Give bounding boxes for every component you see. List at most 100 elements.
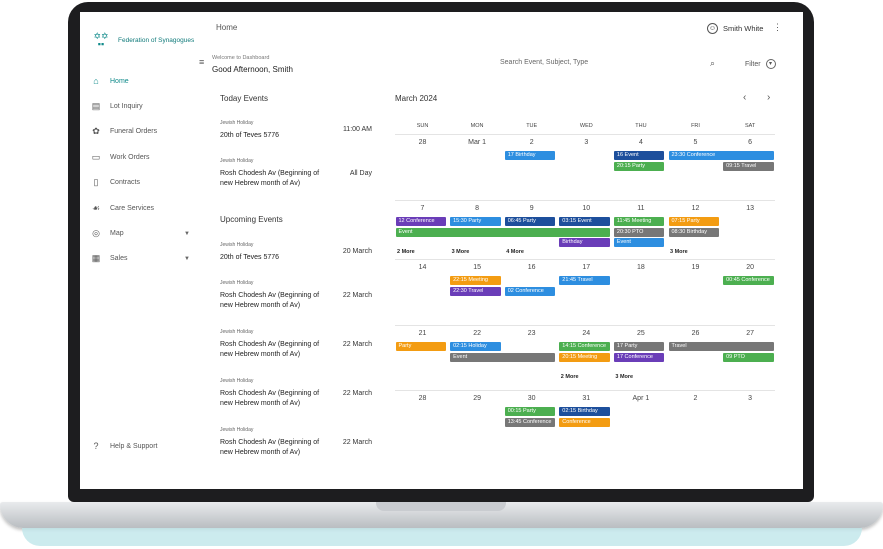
calendar-event[interactable]: 12 Conference xyxy=(395,217,447,226)
calendar-day-number[interactable]: Mar 1 xyxy=(450,139,505,146)
upcoming-event[interactable]: Jewish Holiday Rosh Chodesh Av (Beginnin… xyxy=(220,427,372,458)
calendar-day-number[interactable]: 16 xyxy=(504,264,559,271)
calendar-event[interactable]: 03:15 Event xyxy=(559,217,610,226)
sidebar-item-work-orders[interactable]: ▭ Work Orders xyxy=(90,152,190,163)
calendar-event[interactable]: 20:30 PTO xyxy=(613,227,665,237)
calendar-day-number[interactable]: 25 xyxy=(613,330,668,337)
calendar-day-number[interactable]: 15 xyxy=(450,264,505,271)
sidebar-item-contracts[interactable]: ▯ Contracts xyxy=(90,177,190,188)
more-events-link[interactable]: 3 More xyxy=(670,249,688,255)
menu-collapse-icon[interactable]: ≡ xyxy=(199,57,204,67)
calendar-day-number[interactable]: 7 xyxy=(395,205,450,212)
upcoming-event[interactable]: Jewish Holiday 20th of Teves 5776 20 Mar… xyxy=(220,242,372,263)
calendar-day-number[interactable]: 11 xyxy=(613,205,668,212)
calendar-event[interactable]: 09:15 Travel xyxy=(723,161,774,171)
upcoming-event[interactable]: Jewish Holiday Rosh Chodesh Av (Beginnin… xyxy=(220,280,372,311)
upcoming-event[interactable]: Jewish Holiday Rosh Chodesh Av (Beginnin… xyxy=(220,329,372,360)
calendar-event[interactable]: 00:45 Conference xyxy=(723,276,774,285)
calendar-day-number[interactable]: 28 xyxy=(395,395,450,402)
calendar-event[interactable]: Travel xyxy=(668,342,774,351)
calendar-day-number[interactable]: 14 xyxy=(395,264,450,271)
calendar-day-number[interactable]: 13 xyxy=(723,205,778,212)
calendar-day-number[interactable]: 2 xyxy=(668,395,723,402)
sidebar-item-map[interactable]: ◎ Map ▼ xyxy=(90,228,190,239)
calendar-day-number[interactable]: 23 xyxy=(504,330,559,337)
calendar-day-number[interactable]: 12 xyxy=(668,205,723,212)
calendar-day-number[interactable]: 2 xyxy=(504,139,559,146)
calendar-event[interactable]: 17 Party xyxy=(613,342,665,351)
calendar-event[interactable]: Party xyxy=(395,342,447,351)
calendar-event[interactable]: Birthday xyxy=(559,238,610,247)
more-events-link[interactable]: 4 More xyxy=(506,249,524,255)
calendar-event[interactable]: 02 Conference xyxy=(504,286,556,296)
calendar-day-number[interactable]: 9 xyxy=(504,205,559,212)
calendar-day-number[interactable]: 10 xyxy=(559,205,614,212)
calendar-day-number[interactable]: 29 xyxy=(450,395,505,402)
calendar-event[interactable]: Event xyxy=(613,238,665,247)
calendar-event[interactable]: 08:30 Birthday xyxy=(668,227,720,237)
calendar-day-number[interactable]: 20 xyxy=(723,264,778,271)
sidebar-item-lot-inquiry[interactable]: ▤ Lot Inquiry xyxy=(90,101,190,112)
calendar-day-number[interactable]: 30 xyxy=(504,395,559,402)
calendar-day-number[interactable]: 17 xyxy=(559,264,614,271)
calendar-day-number[interactable]: 21 xyxy=(395,330,450,337)
calendar-event[interactable]: Event xyxy=(450,352,556,362)
calendar-day-number[interactable]: 27 xyxy=(723,330,778,337)
calendar-event[interactable]: Conference xyxy=(559,417,610,427)
sidebar-item-care-services[interactable]: ☙ Care Services xyxy=(90,203,190,214)
prev-month-icon[interactable]: ‹ xyxy=(743,92,746,103)
today-event[interactable]: Jewish Holiday Rosh Chodesh Av (Beginnin… xyxy=(220,158,372,189)
calendar-day-number[interactable]: 3 xyxy=(723,395,778,402)
calendar-day-number[interactable]: 28 xyxy=(395,139,450,146)
calendar-event[interactable]: 15:30 Party xyxy=(450,217,501,226)
calendar-event[interactable]: 20:15 Party xyxy=(613,161,665,171)
upcoming-event[interactable]: Jewish Holiday Rosh Chodesh Av (Beginnin… xyxy=(220,378,372,409)
calendar-day-number[interactable]: 26 xyxy=(668,330,723,337)
calendar-day-number[interactable]: 18 xyxy=(613,264,668,271)
calendar-day-number[interactable]: 19 xyxy=(668,264,723,271)
more-vert-icon[interactable]: ⋮ xyxy=(773,22,782,33)
today-event[interactable]: Jewish Holiday 20th of Teves 5776 11:00 … xyxy=(220,120,372,141)
calendar-event[interactable]: 07:15 Party xyxy=(668,217,720,226)
calendar-day-number[interactable]: 22 xyxy=(450,330,505,337)
calendar-event[interactable]: 17 Conference xyxy=(613,352,665,362)
calendar-event[interactable]: 23:30 Conference xyxy=(668,151,774,160)
calendar-event[interactable]: 21:45 Travel xyxy=(559,276,610,285)
calendar-event[interactable]: 16 Event xyxy=(613,151,665,160)
calendar-day-number[interactable]: 6 xyxy=(723,139,778,146)
filter-button[interactable]: Filter ▾ xyxy=(745,59,776,69)
search-input[interactable]: Search Event, Subject, Type xyxy=(500,59,588,66)
calendar-day-number[interactable]: Apr 1 xyxy=(613,395,668,402)
more-events-link[interactable]: 3 More xyxy=(452,249,470,255)
calendar-event[interactable]: 14:15 Conference xyxy=(559,342,610,351)
calendar-event[interactable]: Event xyxy=(395,227,610,237)
more-events-link[interactable]: 2 More xyxy=(561,374,579,380)
calendar-event[interactable]: 06:45 Party xyxy=(504,217,556,226)
calendar-event[interactable]: 11:45 Meeting xyxy=(613,217,665,226)
sidebar-item-funeral-orders[interactable]: ✿ Funeral Orders xyxy=(90,126,190,137)
calendar-event[interactable]: 02:15 Birthday xyxy=(559,407,610,416)
calendar-event[interactable]: 00:15 Party xyxy=(504,407,556,416)
calendar-event[interactable]: 13:45 Conference xyxy=(504,417,556,427)
calendar-day-number[interactable]: 3 xyxy=(559,139,614,146)
calendar-day-number[interactable]: 5 xyxy=(668,139,723,146)
calendar-day-number[interactable]: 31 xyxy=(559,395,614,402)
calendar-day-number[interactable]: 24 xyxy=(559,330,614,337)
calendar-event[interactable]: 22:15 Meeting xyxy=(450,276,501,285)
more-events-link[interactable]: 2 More xyxy=(397,249,415,255)
next-month-icon[interactable]: › xyxy=(767,92,770,103)
calendar-event[interactable]: 20:15 Meeting xyxy=(559,352,610,362)
sidebar-item-home[interactable]: ⌂ Home xyxy=(90,76,190,86)
calendar-day-number[interactable]: 4 xyxy=(613,139,668,146)
calendar-event[interactable]: 02:15 Holiday xyxy=(450,342,501,351)
search-icon[interactable]: ⌕ xyxy=(710,58,715,69)
help-support-link[interactable]: ? Help & Support xyxy=(90,441,190,451)
breadcrumb[interactable]: Home xyxy=(216,23,237,32)
sidebar-item-sales[interactable]: ▦ Sales ▼ xyxy=(90,253,190,264)
calendar-day-number[interactable]: 8 xyxy=(450,205,505,212)
user-menu[interactable]: ☺ Smith White xyxy=(707,23,763,34)
more-events-link[interactable]: 3 More xyxy=(615,374,633,380)
calendar-event[interactable]: 09 PTO xyxy=(723,352,774,362)
calendar-event[interactable]: 17 Birthday xyxy=(504,151,556,160)
logo[interactable]: ✡✡ ▪▪ Federation of Synagogues xyxy=(90,32,194,49)
